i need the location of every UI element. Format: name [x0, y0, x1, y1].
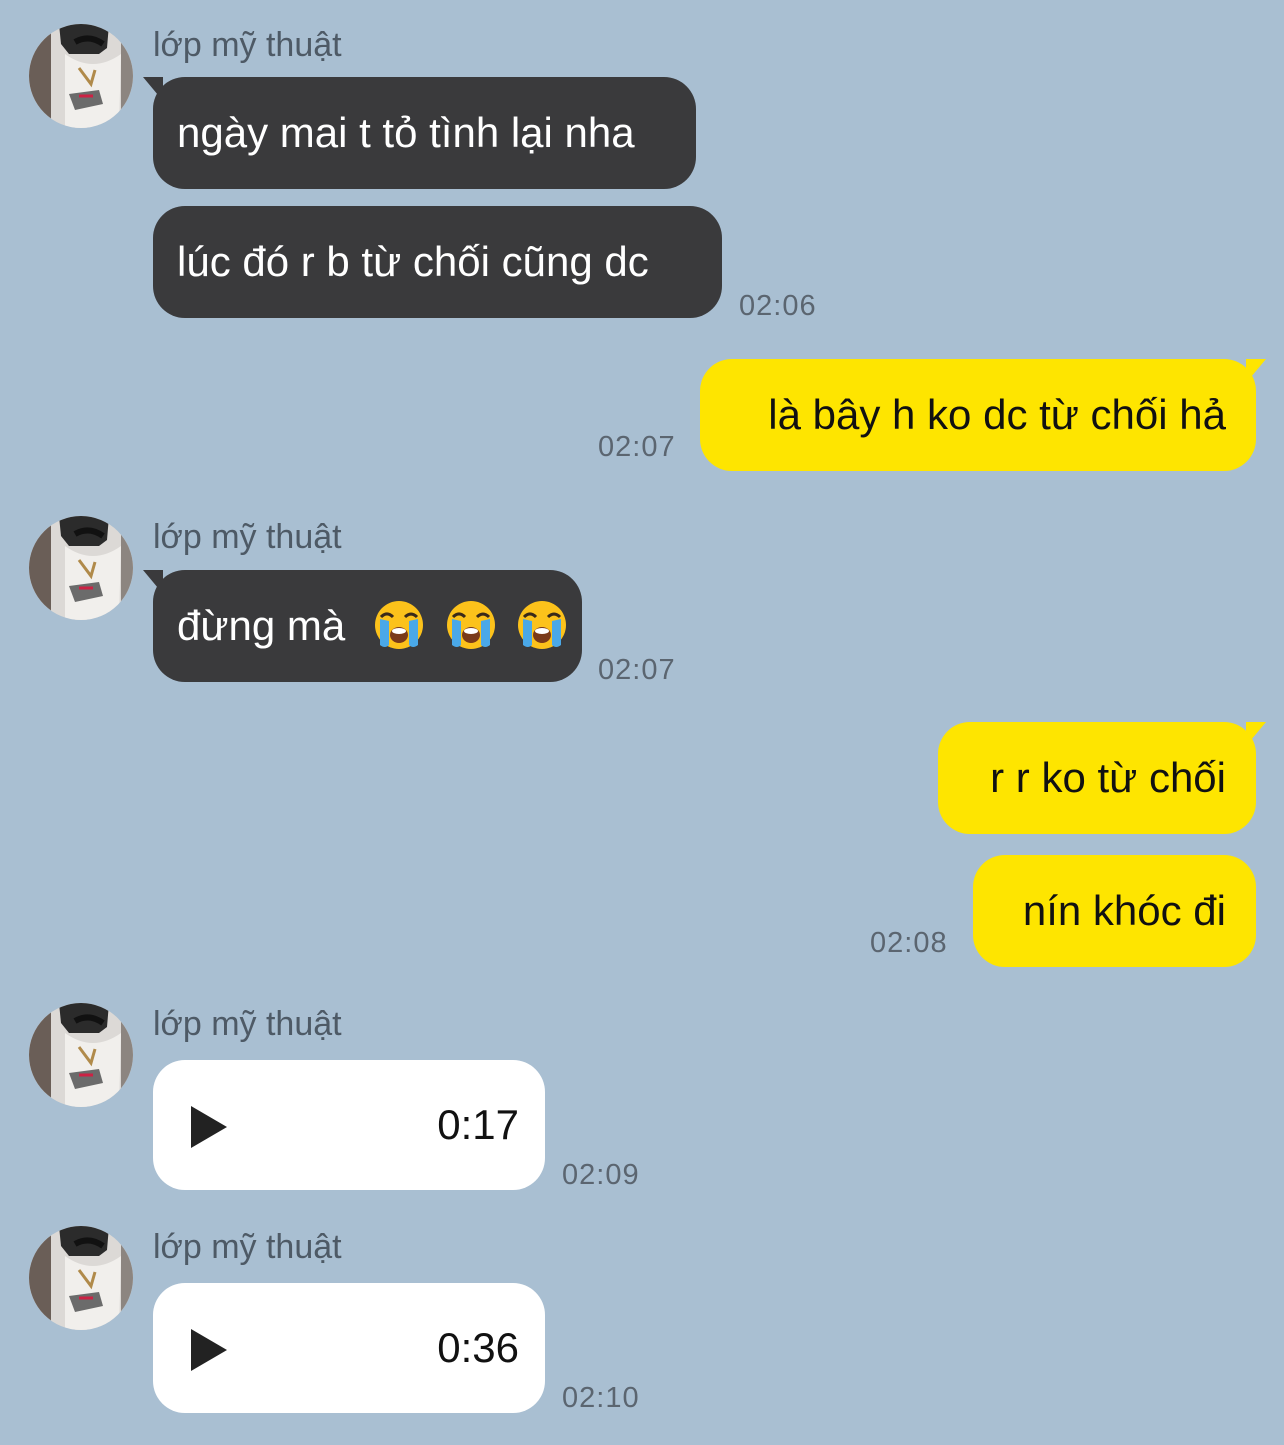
crying-face-icon [516, 599, 568, 651]
sender-name: lớp mỹ thuật [153, 1005, 342, 1043]
play-icon[interactable] [191, 1329, 227, 1371]
avatar[interactable] [29, 24, 133, 128]
message-text: là bây h ko dc từ chối hả [768, 391, 1226, 438]
message-text: nín khóc đi [1022, 887, 1226, 934]
sender-name: lớp mỹ thuật [153, 518, 342, 556]
message-text: đừng mà [177, 602, 346, 649]
message-timestamp: 02:09 [562, 1159, 640, 1191]
voice-message[interactable]: 0:17 [153, 1060, 545, 1190]
crying-face-icon [445, 599, 497, 651]
message-timestamp: 02:07 [598, 431, 676, 463]
crying-face-icon [373, 599, 425, 651]
message-text: r r ko từ chối [990, 754, 1226, 801]
avatar[interactable] [29, 516, 133, 620]
incoming-message[interactable]: lúc đó r b từ chối cũng dc [153, 206, 722, 318]
play-icon[interactable] [191, 1106, 227, 1148]
avatar[interactable] [29, 1003, 133, 1107]
message-text: lúc đó r b từ chối cũng dc [177, 238, 649, 285]
sender-name: lớp mỹ thuật [153, 26, 342, 64]
voice-message[interactable]: 0:36 [153, 1283, 545, 1413]
voice-duration: 0:36 [437, 1324, 519, 1371]
message-timestamp: 02:07 [598, 654, 676, 686]
outgoing-message[interactable]: là bây h ko dc từ chối hả [700, 359, 1266, 471]
message-timestamp: 02:10 [562, 1382, 640, 1414]
message-text: ngày mai t tỏ tình lại nha [177, 109, 635, 156]
outgoing-message[interactable]: nín khóc đi [973, 855, 1256, 967]
voice-duration: 0:17 [437, 1101, 519, 1148]
message-timestamp: 02:08 [870, 927, 948, 959]
incoming-message[interactable]: đừng mà [143, 570, 582, 682]
incoming-message[interactable]: ngày mai t tỏ tình lại nha [143, 77, 696, 189]
avatar[interactable] [29, 1226, 133, 1330]
message-timestamp: 02:06 [739, 290, 817, 322]
sender-name: lớp mỹ thuật [153, 1228, 342, 1266]
outgoing-message[interactable]: r r ko từ chối [938, 722, 1266, 834]
